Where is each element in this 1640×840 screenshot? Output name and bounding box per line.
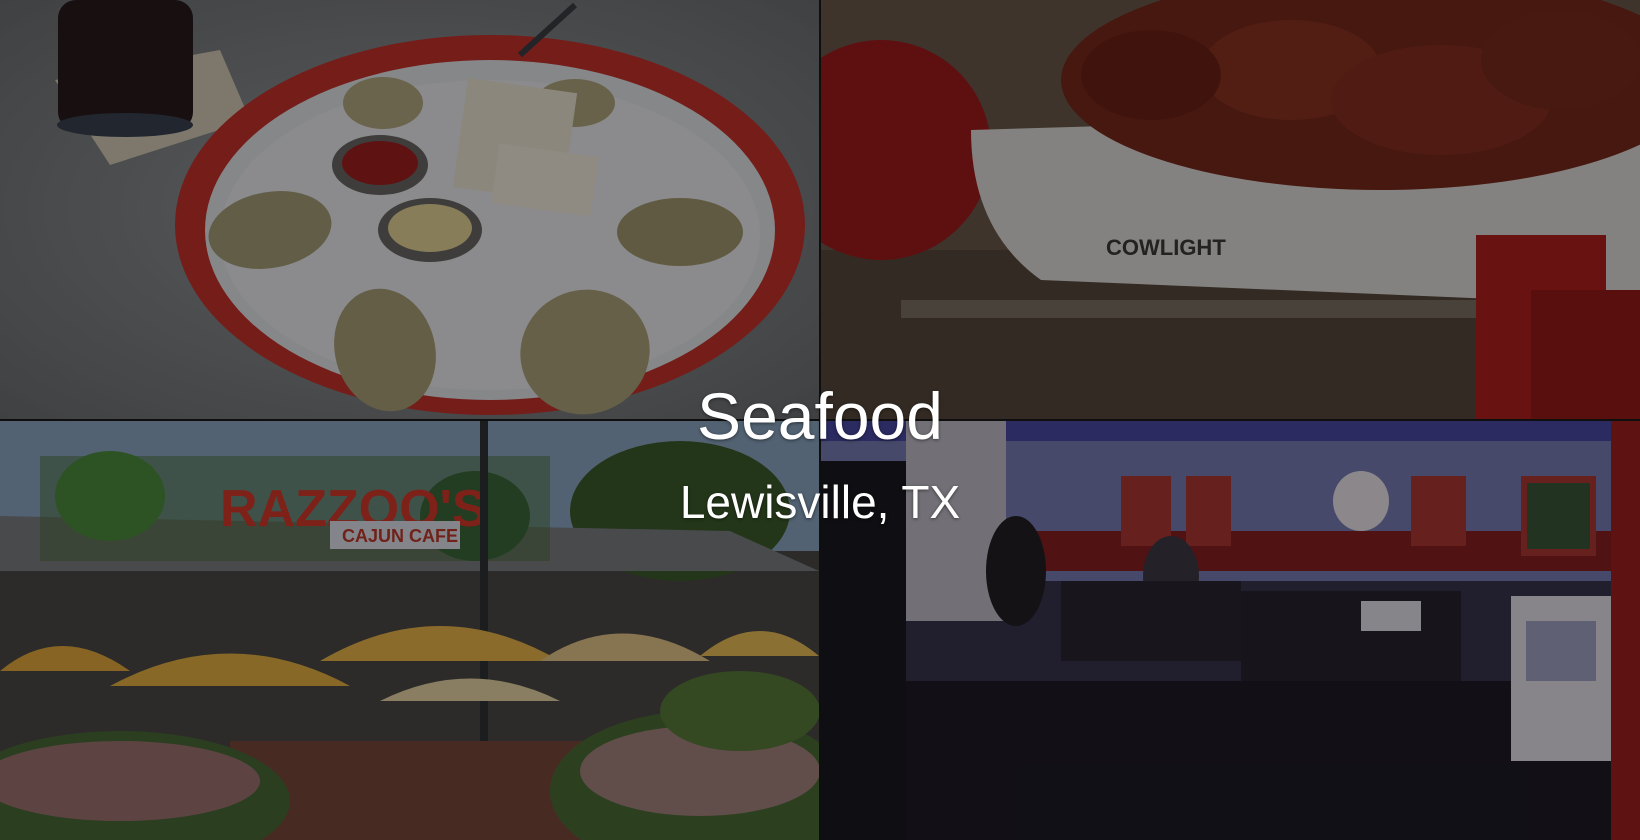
location-subtitle: Lewisville, TX bbox=[679, 476, 961, 528]
oysters-photo bbox=[0, 0, 819, 419]
crawfish-photo: COWLIGHT bbox=[821, 0, 1640, 419]
page-title: Seafood bbox=[697, 379, 943, 453]
photo-collage: COWLIGHT RAZZOO'S CAJUN CAFE Seafood Lew… bbox=[0, 0, 1640, 840]
platter-brand-text: COWLIGHT bbox=[1106, 235, 1226, 260]
